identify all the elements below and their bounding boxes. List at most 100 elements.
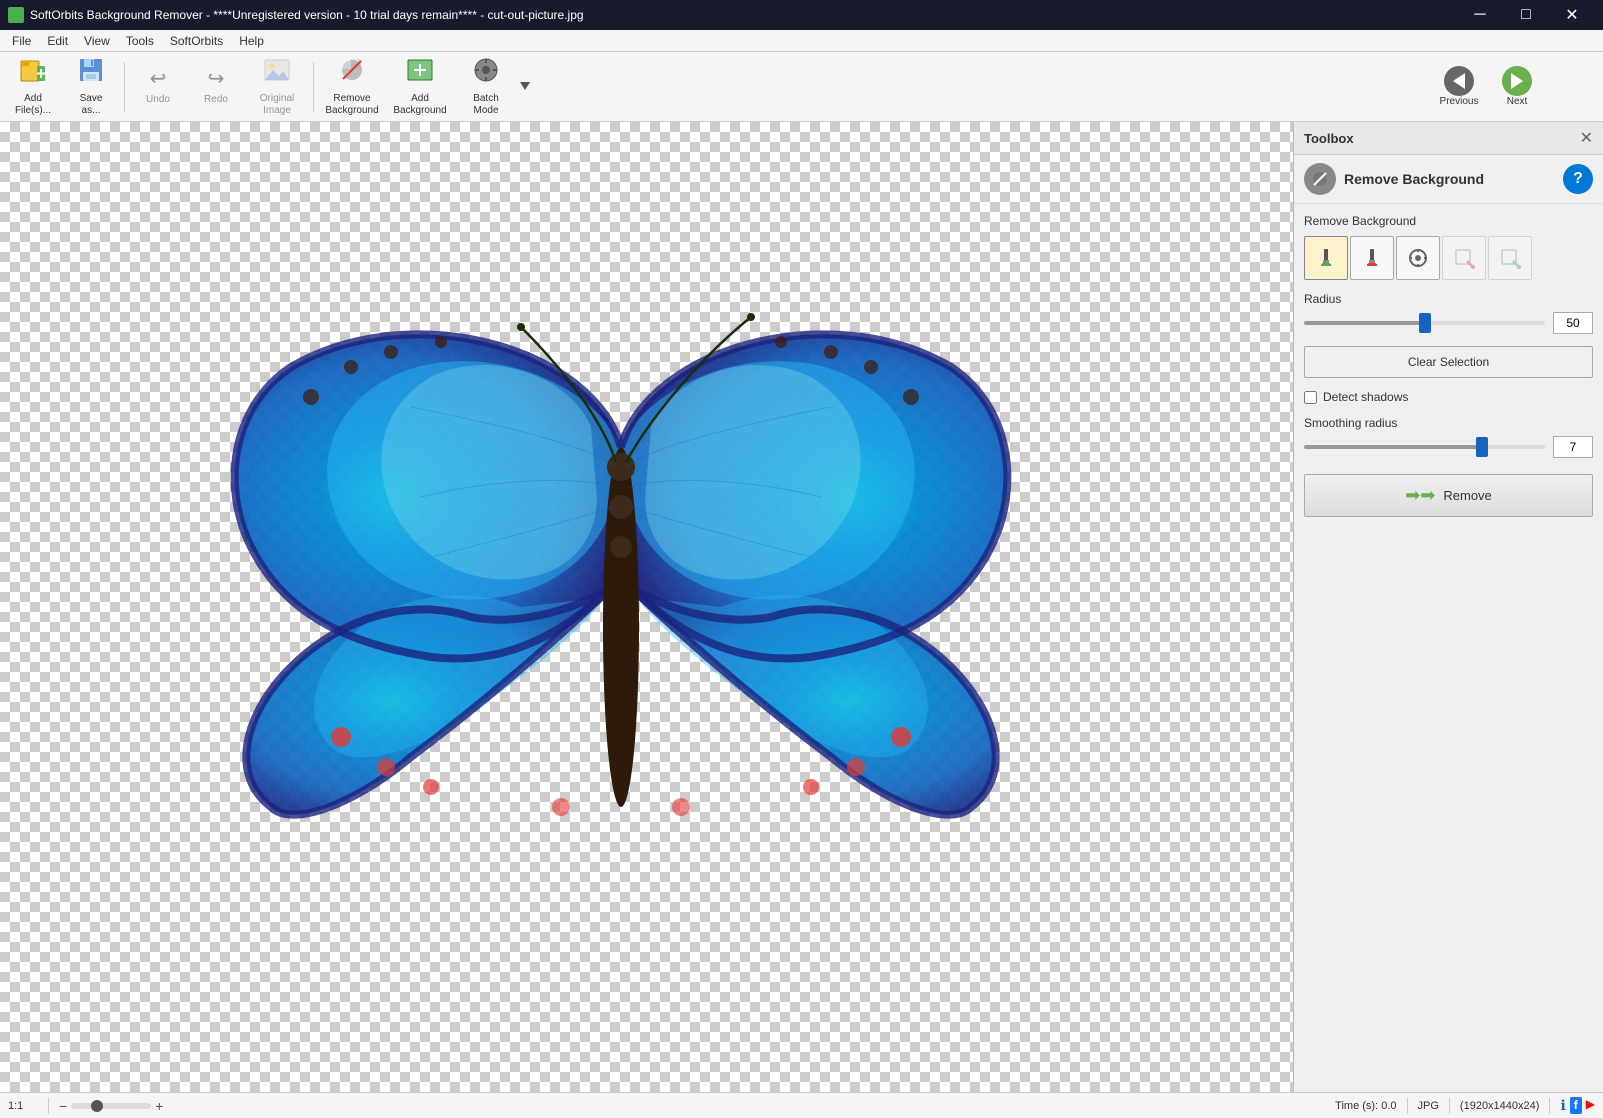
prev-next-area: Previous Next (1427, 52, 1543, 122)
separator-2 (313, 62, 314, 112)
remove-bg-section-label: Remove Background (1304, 214, 1593, 228)
menu-file[interactable]: File (4, 32, 39, 50)
menu-view[interactable]: View (76, 32, 118, 50)
previous-button[interactable]: Previous (1427, 56, 1491, 118)
fill-remove-button[interactable] (1488, 236, 1532, 280)
batch-mode-icon (472, 56, 500, 90)
minimize-button[interactable]: ─ (1457, 0, 1503, 30)
separator4 (1549, 1098, 1550, 1114)
radius-control: 50 (1304, 312, 1593, 334)
menu-tools[interactable]: Tools (118, 32, 162, 50)
title-bar: SoftOrbits Background Remover - ****Unre… (0, 0, 1603, 30)
separator3 (1449, 1098, 1450, 1114)
save-icon (77, 56, 105, 90)
image-dimensions: (1920x1440x24) (1460, 1100, 1540, 1112)
menu-bar: File Edit View Tools SoftOrbits Help (0, 30, 1603, 52)
auto-remove-button[interactable] (1396, 236, 1440, 280)
remove-background-button[interactable]: RemoveBackground (318, 56, 386, 118)
previous-icon (1444, 66, 1474, 96)
remove-background-label: RemoveBackground (325, 93, 378, 117)
toolbar-more-button[interactable] (518, 56, 532, 118)
add-files-label: AddFile(s)... (15, 93, 51, 117)
add-files-button[interactable]: AddFile(s)... (4, 56, 62, 118)
toolbox-dimensions (1294, 1076, 1603, 1092)
zoom-in-icon[interactable]: + (155, 1098, 163, 1114)
toolbox-title: Toolbox (1304, 131, 1354, 146)
status-bar: 1:1 − + Time (s): 0.0 JPG (1920x1440x24)… (0, 1092, 1603, 1118)
main-content: Toolbox ✕ Remove Background ? Remove Bac… (0, 122, 1603, 1092)
original-image-icon (263, 56, 291, 90)
radius-label: Radius (1304, 292, 1593, 306)
detect-shadows-checkbox[interactable] (1304, 391, 1317, 404)
remove-arrows-icon: ➡➡ (1405, 485, 1435, 506)
toolbox-spacer (1294, 650, 1603, 1076)
canvas-area[interactable] (0, 122, 1293, 1092)
time-label: Time (s): 0.0 (1335, 1100, 1396, 1112)
smoothing-slider[interactable] (1304, 445, 1545, 449)
add-background-icon (406, 56, 434, 90)
window-controls: ─ □ ✕ (1457, 0, 1595, 30)
info-icon[interactable]: ℹ (1560, 1097, 1565, 1114)
undo-button[interactable]: ↩ Undo (129, 56, 187, 118)
toolbox-body: Remove Background (1294, 204, 1603, 650)
detect-shadows-row: Detect shadows (1304, 390, 1593, 404)
status-icons: ℹ f ▶ (1560, 1097, 1595, 1114)
separator (48, 1098, 49, 1114)
clear-selection-button[interactable]: Clear Selection (1304, 346, 1593, 378)
add-background-button[interactable]: AddBackground (386, 56, 454, 118)
redo-label: Redo (204, 94, 228, 106)
undo-label: Undo (146, 94, 170, 106)
undo-icon: ↩ (150, 67, 167, 91)
smoothing-value: 7 (1553, 436, 1593, 458)
restore-button[interactable]: □ (1503, 0, 1549, 30)
zoom-level: 1:1 (8, 1100, 38, 1112)
tool-buttons-row (1304, 236, 1593, 280)
fill-keep-button[interactable] (1442, 236, 1486, 280)
menu-softorbits[interactable]: SoftOrbits (162, 32, 231, 50)
detect-shadows-label[interactable]: Detect shadows (1323, 390, 1408, 404)
separator2 (1407, 1098, 1408, 1114)
radius-slider[interactable] (1304, 321, 1545, 325)
menu-help[interactable]: Help (231, 32, 272, 50)
toolbar: AddFile(s)... Saveas... ↩ Undo ↪ Redo (0, 52, 1603, 122)
remove-brush-button[interactable] (1350, 236, 1394, 280)
redo-icon: ↪ (208, 67, 225, 91)
facebook-icon[interactable]: f (1570, 1097, 1582, 1114)
previous-label: Previous (1440, 96, 1479, 108)
batch-mode-label: BatchMode (473, 93, 499, 117)
smoothing-control: 7 (1304, 436, 1593, 458)
zoom-nav: − + (59, 1098, 163, 1114)
zoom-slider[interactable] (71, 1103, 151, 1109)
window-title: SoftOrbits Background Remover - ****Unre… (30, 8, 584, 22)
remove-bg-icon (1304, 163, 1336, 195)
remove-bg-header: Remove Background ? (1294, 155, 1603, 204)
app-icon (8, 7, 24, 23)
smoothing-label: Smoothing radius (1304, 416, 1593, 430)
next-button[interactable]: Next (1491, 56, 1543, 118)
remove-button-label: Remove (1443, 488, 1491, 503)
toolbox-close-button[interactable]: ✕ (1580, 128, 1593, 148)
menu-edit[interactable]: Edit (39, 32, 76, 50)
help-button[interactable]: ? (1563, 164, 1593, 194)
separator-1 (124, 62, 125, 112)
zoom-out-icon[interactable]: − (59, 1098, 67, 1114)
remove-background-icon (338, 56, 366, 90)
remove-button[interactable]: ➡➡ Remove (1304, 474, 1593, 517)
toolbox-header: Toolbox ✕ (1294, 122, 1603, 155)
redo-button[interactable]: ↪ Redo (187, 56, 245, 118)
batch-mode-button[interactable]: BatchMode (454, 56, 518, 118)
next-icon (1502, 66, 1532, 96)
save-as-button[interactable]: Saveas... (62, 56, 120, 118)
original-image-button[interactable]: OriginalImage (245, 56, 309, 118)
add-files-icon (19, 56, 47, 90)
add-background-label: AddBackground (393, 93, 446, 117)
original-image-label: OriginalImage (260, 93, 294, 117)
close-button[interactable]: ✕ (1549, 0, 1595, 30)
remove-bg-title: Remove Background (1344, 171, 1484, 187)
next-label: Next (1507, 96, 1528, 108)
keep-brush-button[interactable] (1304, 236, 1348, 280)
youtube-icon[interactable]: ▶ (1586, 1097, 1595, 1114)
radius-value: 50 (1553, 312, 1593, 334)
save-as-label: Saveas... (80, 93, 103, 117)
butterfly-image (211, 247, 1031, 967)
